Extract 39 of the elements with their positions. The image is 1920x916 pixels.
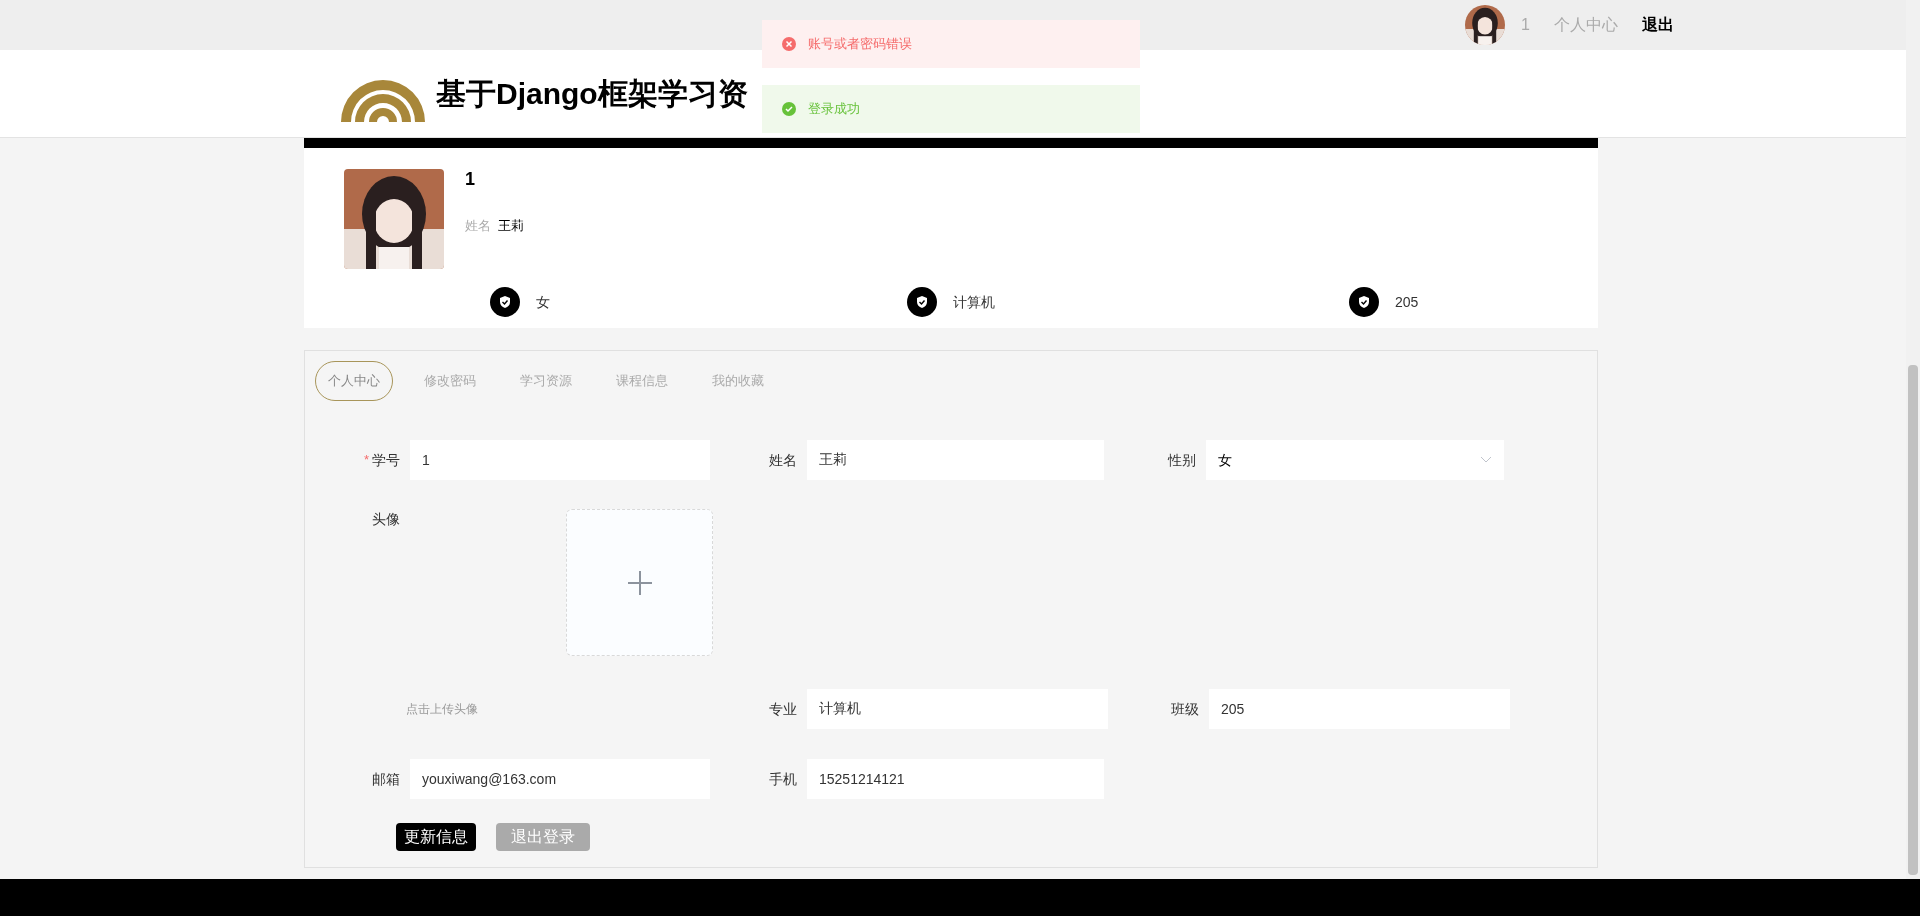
input-field[interactable]: 15251214121: [807, 759, 1104, 799]
site-title: 基于Django框架学习资: [436, 76, 748, 112]
stat-value: 205: [1395, 292, 1419, 312]
field-label: 学号: [372, 450, 400, 470]
input-field[interactable]: 计算机: [807, 689, 1108, 729]
field-label: 头像: [372, 510, 400, 529]
name-value: 王莉: [498, 217, 524, 235]
error-icon: [782, 37, 796, 51]
stat-value: 计算机: [953, 292, 995, 312]
name-label: 姓名: [465, 217, 491, 235]
username: 1: [1521, 15, 1530, 35]
gender-select[interactable]: 女: [1206, 440, 1504, 480]
input-field[interactable]: 王莉: [807, 440, 1104, 480]
update-button[interactable]: 更新信息: [396, 823, 476, 851]
field-label: 班级: [1171, 699, 1199, 719]
user-avatar[interactable]: [1465, 5, 1506, 45]
field-label: 姓名: [769, 450, 797, 470]
input-field[interactable]: 1: [410, 440, 710, 480]
stat-value: 女: [536, 292, 550, 312]
field-label: 邮箱: [372, 769, 400, 789]
field-label: 专业: [769, 699, 797, 719]
input-field[interactable]: youxiwang@163.com: [410, 759, 710, 799]
toast-text: 账号或者密码错误: [808, 35, 912, 54]
upload-hint: 点击上传头像: [406, 701, 478, 718]
success-icon: [782, 102, 796, 116]
upload-box[interactable]: [566, 509, 713, 656]
scrollbar-thumb[interactable]: [1908, 365, 1918, 875]
input-field[interactable]: 205: [1209, 689, 1510, 729]
field-label: 手机: [769, 769, 797, 789]
toast-text: 登录成功: [808, 100, 860, 119]
shield-icon: [1349, 287, 1379, 317]
logout-link[interactable]: 退出: [1642, 13, 1674, 37]
user-id: 1: [465, 168, 475, 191]
required-mark: *: [363, 451, 369, 470]
shield-icon: [907, 287, 937, 317]
plus-icon: [626, 569, 653, 596]
chevron-down-icon: [1480, 456, 1492, 464]
field-label: 性别: [1168, 450, 1196, 470]
shield-icon: [490, 287, 520, 317]
